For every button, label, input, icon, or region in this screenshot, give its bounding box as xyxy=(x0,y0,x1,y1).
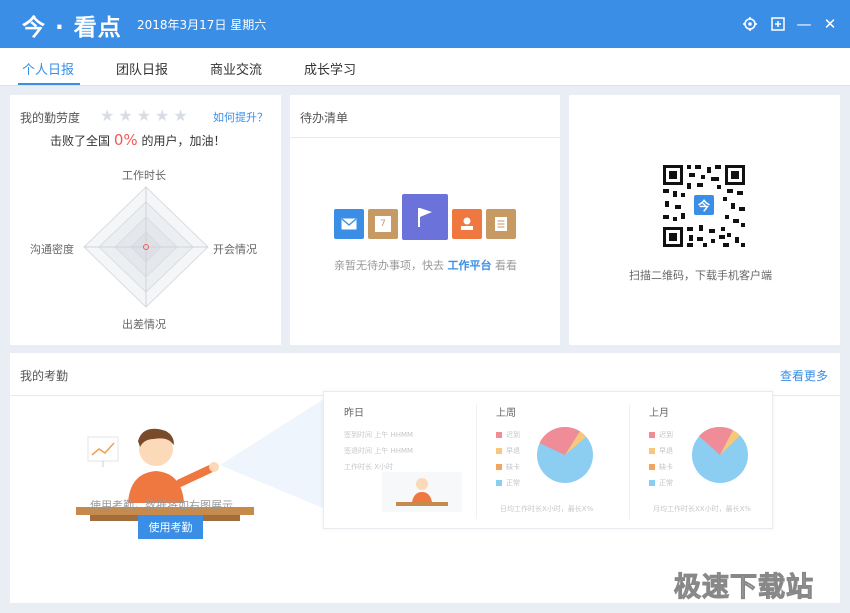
preview-row: 工作时长 X小时 xyxy=(344,463,394,471)
tab-business[interactable]: 商业交流 xyxy=(210,59,262,78)
preview-last-month-title: 上月 xyxy=(649,408,669,419)
legend-item: 迟到 xyxy=(496,430,520,440)
attendance-desc: 使用考勤，数据将如右图展示 xyxy=(90,499,233,512)
plus-box-icon xyxy=(771,17,785,31)
beat-percent: 0% xyxy=(113,131,138,149)
todo-divider xyxy=(290,137,560,138)
radar-label-communication: 沟通密度 xyxy=(30,243,74,256)
preview-last-week-title: 上周 xyxy=(496,408,516,419)
gear-icon[interactable] xyxy=(740,14,760,34)
todo-empty-prefix: 亲暂无待办事项，快去 xyxy=(334,259,444,272)
app-title: 今 · 看点 xyxy=(22,15,122,41)
todo-empty-suffix: 看看 xyxy=(495,259,517,272)
improve-link[interactable]: 如何提升？ xyxy=(213,109,268,125)
calendar-day: 7 xyxy=(375,216,391,232)
beat-prefix: 击败了全国 xyxy=(50,134,111,148)
minimize-button[interactable]: — xyxy=(794,14,814,34)
preview-yesterday-title: 昨日 xyxy=(344,408,364,419)
tab-personal-daily[interactable]: 个人日报 xyxy=(22,59,74,78)
mail-icon xyxy=(334,209,364,239)
qr-center-logo: 今 xyxy=(697,199,710,213)
close-button[interactable]: ✕ xyxy=(820,14,840,34)
tab-growth[interactable]: 成长学习 xyxy=(304,59,356,78)
diligence-card: 我的勤劳度 ★★★★★ 如何提升？ 击败了全国 0% 的用户，加油！ 工作时长 … xyxy=(10,95,281,345)
calendar-icon: 7 xyxy=(368,209,398,239)
legend-item: 正常 xyxy=(496,478,520,488)
qr-caption: 扫描二维码，下载手机客户端 xyxy=(629,269,772,282)
todo-title: 待办清单 xyxy=(300,111,349,125)
work-platform-link[interactable]: 工作平台 xyxy=(448,259,492,272)
todo-empty-text: 亲暂无待办事项，快去 工作平台 看看 xyxy=(334,257,517,273)
projection-beam xyxy=(220,395,330,511)
diligence-title: 我的勤劳度 xyxy=(20,111,81,125)
todo-card: 待办清单 7 亲暂无待办事项，快去 工作平台 看看 xyxy=(290,95,560,345)
legend-item: 早退 xyxy=(649,446,673,456)
preview-row: 签退时间 上午 HHMM xyxy=(344,447,414,455)
use-attendance-button[interactable]: 使用考勤 xyxy=(138,515,203,539)
document-icon xyxy=(486,209,516,239)
title-bar: 今 · 看点 2018年3月17日 星期六 — ✕ xyxy=(0,0,850,48)
beat-text: 击败了全国 0% 的用户，加油！ xyxy=(50,131,225,149)
legend-item: 迟到 xyxy=(649,430,673,440)
radar-label-travel: 出差情况 xyxy=(122,318,166,331)
attendance-preview: 昨日 签到时间 上午 HHMM 签退时间 上午 HHMM 工作时长 X小时 上周… xyxy=(323,391,773,529)
watermark: 极速下载站 xyxy=(674,572,814,604)
last-month-footer: 月均工作时长XX小时，最长X% xyxy=(653,505,752,513)
maximize-button[interactable] xyxy=(768,14,788,34)
preview-mini-illustration xyxy=(382,472,462,512)
last-week-footer: 日均工作时长X小时，最长X% xyxy=(500,505,594,513)
legend-item: 正常 xyxy=(649,478,673,488)
preview-divider xyxy=(629,404,630,519)
last-month-pie xyxy=(692,426,748,483)
radar-label-meetings: 开会情况 xyxy=(213,243,257,256)
flag-icon xyxy=(402,194,448,240)
stamp-icon xyxy=(452,209,482,239)
attendance-title: 我的考勤 xyxy=(20,369,69,383)
legend-item: 缺卡 xyxy=(496,462,520,472)
legend-item: 缺卡 xyxy=(649,462,673,472)
last-week-pie xyxy=(537,426,593,483)
tab-bar: 个人日报 团队日报 商业交流 成长学习 xyxy=(0,48,850,86)
tab-team-daily[interactable]: 团队日报 xyxy=(116,59,168,78)
view-more-link[interactable]: 查看更多 xyxy=(780,367,828,384)
active-tab-indicator xyxy=(18,83,80,85)
star-rating: ★★★★★ xyxy=(100,106,192,125)
radar-label-work-hours: 工作时长 xyxy=(122,169,166,182)
qrcode-card: 今 扫描二维码，下载手机客户端 xyxy=(569,95,840,345)
legend-item: 早退 xyxy=(496,446,520,456)
preview-divider xyxy=(476,404,477,519)
date-label: 2018年3月17日 星期六 xyxy=(137,18,267,32)
preview-row: 签到时间 上午 HHMM xyxy=(344,431,414,439)
beat-suffix: 的用户，加油！ xyxy=(141,134,226,148)
